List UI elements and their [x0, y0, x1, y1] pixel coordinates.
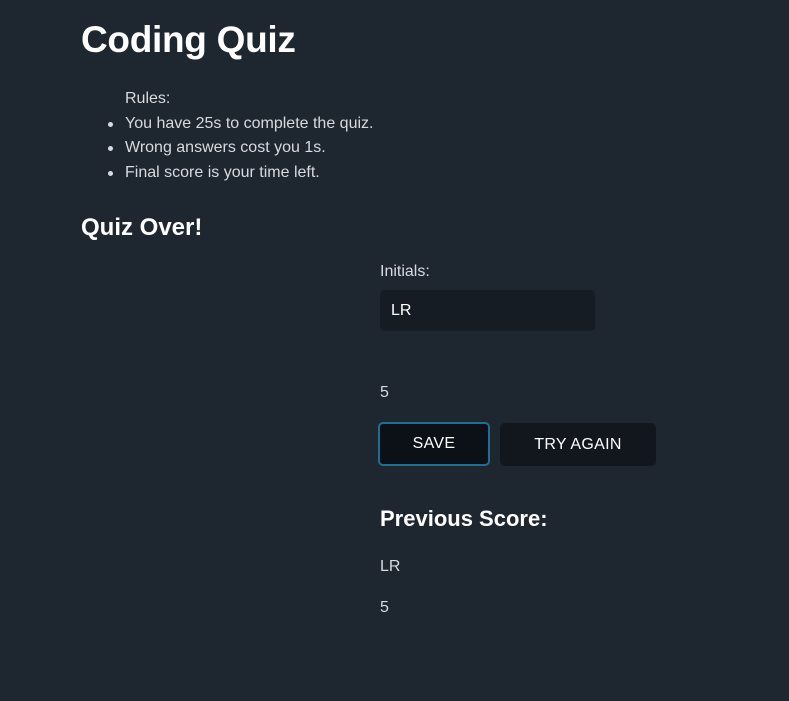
quiz-over-heading: Quiz Over! [81, 214, 203, 241]
rule-text: Wrong answers cost you 1s. [125, 139, 326, 156]
bullet-icon [108, 170, 113, 176]
previous-score-value: 5 [380, 599, 389, 616]
save-button[interactable]: SAVE [378, 422, 490, 466]
try-again-button[interactable]: TRY AGAIN [500, 423, 656, 466]
rule-text: You have 25s to complete the quiz. [125, 114, 374, 132]
rules-heading: Rules: [125, 90, 171, 107]
initials-input[interactable] [380, 290, 595, 331]
quiz-page: Coding Quiz Rules: You have 25s to compl… [0, 0, 789, 701]
rules-list-item: Wrong answers cost you 1s. [108, 136, 373, 161]
rule-text: Final score is your time left. [125, 163, 320, 181]
rules-section: Rules: You have 25s to complete the quiz… [108, 87, 374, 186]
rules-list-item: You have 25s to complete the quiz. [108, 112, 374, 137]
bullet-icon [108, 146, 113, 151]
rules-list-item: Final score is your time left. [108, 161, 373, 186]
initials-label: Initials: [380, 263, 430, 280]
bullet-icon [108, 121, 113, 127]
previous-initials: LR [380, 558, 401, 575]
final-score: 5 [380, 384, 389, 401]
previous-score-heading: Previous Score: [380, 506, 548, 531]
rules-list: You have 25s to complete the quiz. Wrong… [108, 112, 374, 186]
page-title: Coding Quiz [81, 19, 296, 60]
